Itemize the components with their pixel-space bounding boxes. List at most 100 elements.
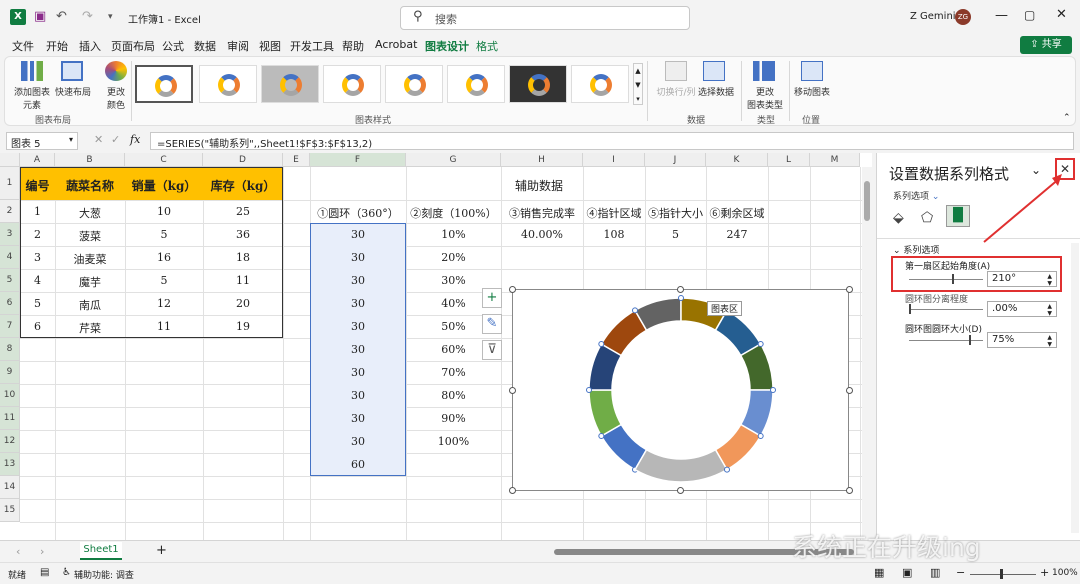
series-selection-point[interactable] bbox=[598, 433, 605, 439]
aux-scale-cell[interactable]: 10% bbox=[406, 228, 501, 241]
col-header-m[interactable]: M bbox=[810, 153, 860, 167]
series-selection-point[interactable] bbox=[678, 295, 684, 301]
aux-scale-cell[interactable]: 100% bbox=[406, 435, 501, 448]
aux-ring-cell[interactable]: 30 bbox=[310, 412, 406, 425]
series-selection-point[interactable] bbox=[757, 341, 764, 347]
explosion-slider-thumb[interactable] bbox=[909, 304, 911, 314]
quick-layout-icon[interactable] bbox=[61, 61, 83, 81]
chart-style-6[interactable] bbox=[447, 65, 505, 103]
select-data-label[interactable]: 选择数据 bbox=[695, 85, 737, 98]
select-data-icon[interactable] bbox=[703, 61, 725, 81]
col-header-a[interactable]: A bbox=[20, 153, 55, 167]
aux-scale-cell[interactable]: 90% bbox=[406, 412, 501, 425]
first-angle-slider-thumb[interactable] bbox=[952, 274, 954, 284]
chart-style-7[interactable] bbox=[509, 65, 567, 103]
col-header-h[interactable]: H bbox=[501, 153, 583, 167]
table1-cell[interactable]: 2 bbox=[20, 228, 55, 241]
page-layout-view-icon[interactable]: ▣ bbox=[902, 566, 912, 579]
section-series-options[interactable]: ⌄ 系列选项 bbox=[893, 243, 939, 256]
aux-scale-cell[interactable]: 30% bbox=[406, 274, 501, 287]
series-options-dropdown[interactable]: 系列选项 ⌄ bbox=[893, 189, 939, 202]
change-chart-type-icon[interactable] bbox=[753, 61, 775, 81]
series-selection-point[interactable] bbox=[757, 433, 764, 439]
search-box[interactable]: ⚲ 搜索 bbox=[400, 6, 690, 30]
chart-style-2[interactable] bbox=[199, 65, 257, 103]
table1-cell[interactable]: 10 bbox=[125, 205, 203, 218]
chart-elements-button[interactable]: + bbox=[482, 288, 502, 308]
zoom-slider[interactable] bbox=[970, 574, 1036, 575]
row-header-6[interactable]: 6 bbox=[0, 292, 20, 315]
row-header-3[interactable]: 3 bbox=[0, 223, 20, 246]
cancel-formula-icon[interactable]: ✕ bbox=[94, 133, 103, 146]
col-header-i[interactable]: I bbox=[583, 153, 645, 167]
change-color-label[interactable]: 更改 颜色 bbox=[97, 85, 135, 111]
zoom-slider-thumb[interactable] bbox=[1000, 569, 1003, 579]
tab-format[interactable]: 格式 bbox=[476, 38, 498, 54]
chart-handle-br[interactable] bbox=[846, 487, 853, 494]
maximize-icon[interactable]: ▢ bbox=[1024, 8, 1035, 22]
zoom-level[interactable]: 100% bbox=[1052, 568, 1078, 578]
explosion-slider[interactable] bbox=[909, 309, 983, 310]
series-options-tab-icon[interactable]: ▐▌ bbox=[946, 205, 970, 227]
aux-ring-cell[interactable]: 60 bbox=[310, 458, 406, 471]
move-chart-icon[interactable] bbox=[801, 61, 823, 81]
row-header-4[interactable]: 4 bbox=[0, 246, 20, 269]
hole-size-slider-thumb[interactable] bbox=[969, 335, 971, 345]
col-header-d[interactable]: D bbox=[203, 153, 283, 167]
tab-chart-design[interactable]: 图表设计 bbox=[425, 38, 469, 58]
status-accessibility[interactable]: 辅助功能: 调查 bbox=[74, 568, 134, 581]
row-header-15[interactable]: 15 bbox=[0, 499, 20, 522]
series-selection-point[interactable] bbox=[770, 387, 776, 393]
quick-layout-label[interactable]: 快速布局 bbox=[51, 85, 95, 98]
aux-ring-cell[interactable]: 30 bbox=[310, 343, 406, 356]
first-angle-spinner[interactable]: 210° ▲ ▼ bbox=[987, 271, 1057, 287]
aux-ring-cell[interactable]: 30 bbox=[310, 435, 406, 448]
formula-input[interactable]: =SERIES("辅助系列",,Sheet1!$F$3:$F$13,2) bbox=[150, 132, 1074, 150]
spinner-arrows-icon[interactable]: ▲ ▼ bbox=[1047, 334, 1052, 348]
table1-cell[interactable]: 4 bbox=[20, 274, 55, 287]
hole-size-spinner[interactable]: 75% ▲ ▼ bbox=[987, 332, 1057, 348]
change-chart-type-label[interactable]: 更改 图表类型 bbox=[743, 85, 787, 111]
chart-style-3[interactable] bbox=[261, 65, 319, 103]
table1-cell[interactable]: 20 bbox=[203, 297, 283, 310]
vertical-scrollbar[interactable] bbox=[862, 167, 872, 540]
move-chart-label[interactable]: 移动图表 bbox=[791, 85, 833, 98]
add-chart-element-label[interactable]: 添加图表 元素 bbox=[11, 85, 53, 111]
table1-cell[interactable]: 魔芋 bbox=[55, 274, 125, 290]
spinner-arrows-icon[interactable]: ▲ ▼ bbox=[1047, 303, 1052, 317]
tab-data[interactable]: 数据 bbox=[194, 38, 216, 54]
table1-cell[interactable]: 6 bbox=[20, 320, 55, 333]
col-header-l[interactable]: L bbox=[768, 153, 810, 167]
tab-developer[interactable]: 开发工具 bbox=[290, 38, 334, 54]
aux-ring-cell[interactable]: 30 bbox=[310, 228, 406, 241]
tab-insert[interactable]: 插入 bbox=[79, 38, 101, 54]
aux-ring-cell[interactable]: 30 bbox=[310, 297, 406, 310]
table1-cell[interactable]: 11 bbox=[125, 320, 203, 333]
chart-handle-mr[interactable] bbox=[846, 387, 853, 394]
tab-file[interactable]: 文件 bbox=[12, 38, 34, 54]
row-header-9[interactable]: 9 bbox=[0, 361, 20, 384]
effects-icon[interactable]: ⬠ bbox=[921, 210, 933, 226]
col-header-e[interactable]: E bbox=[283, 153, 310, 167]
select-all-corner[interactable] bbox=[0, 153, 20, 167]
chart-handle-tr[interactable] bbox=[846, 286, 853, 293]
add-chart-element-icon[interactable] bbox=[21, 61, 43, 81]
series-selection-point[interactable] bbox=[724, 466, 730, 473]
aux-ring-cell[interactable]: 30 bbox=[310, 366, 406, 379]
gallery-scroll-icon[interactable]: ▲ ▼ ▾ bbox=[633, 63, 643, 105]
series-selection-point[interactable] bbox=[586, 387, 592, 393]
macro-record-icon[interactable]: ▤ bbox=[40, 567, 49, 578]
table1-cell[interactable]: 5 bbox=[125, 228, 203, 241]
col-header-g[interactable]: G bbox=[406, 153, 501, 167]
table1-cell[interactable]: 25 bbox=[203, 205, 283, 218]
pane-scrollbar[interactable] bbox=[1071, 243, 1079, 533]
chart-handle-bl[interactable] bbox=[509, 487, 516, 494]
chart-style-5[interactable] bbox=[385, 65, 443, 103]
tab-view[interactable]: 视图 bbox=[259, 38, 281, 54]
table1-cell[interactable]: 12 bbox=[125, 297, 203, 310]
table1-cell[interactable]: 36 bbox=[203, 228, 283, 241]
close-window-icon[interactable]: ✕ bbox=[1056, 7, 1067, 22]
col-header-j[interactable]: J bbox=[645, 153, 706, 167]
table1-cell[interactable]: 菠菜 bbox=[55, 228, 125, 244]
col-header-k[interactable]: K bbox=[706, 153, 768, 167]
